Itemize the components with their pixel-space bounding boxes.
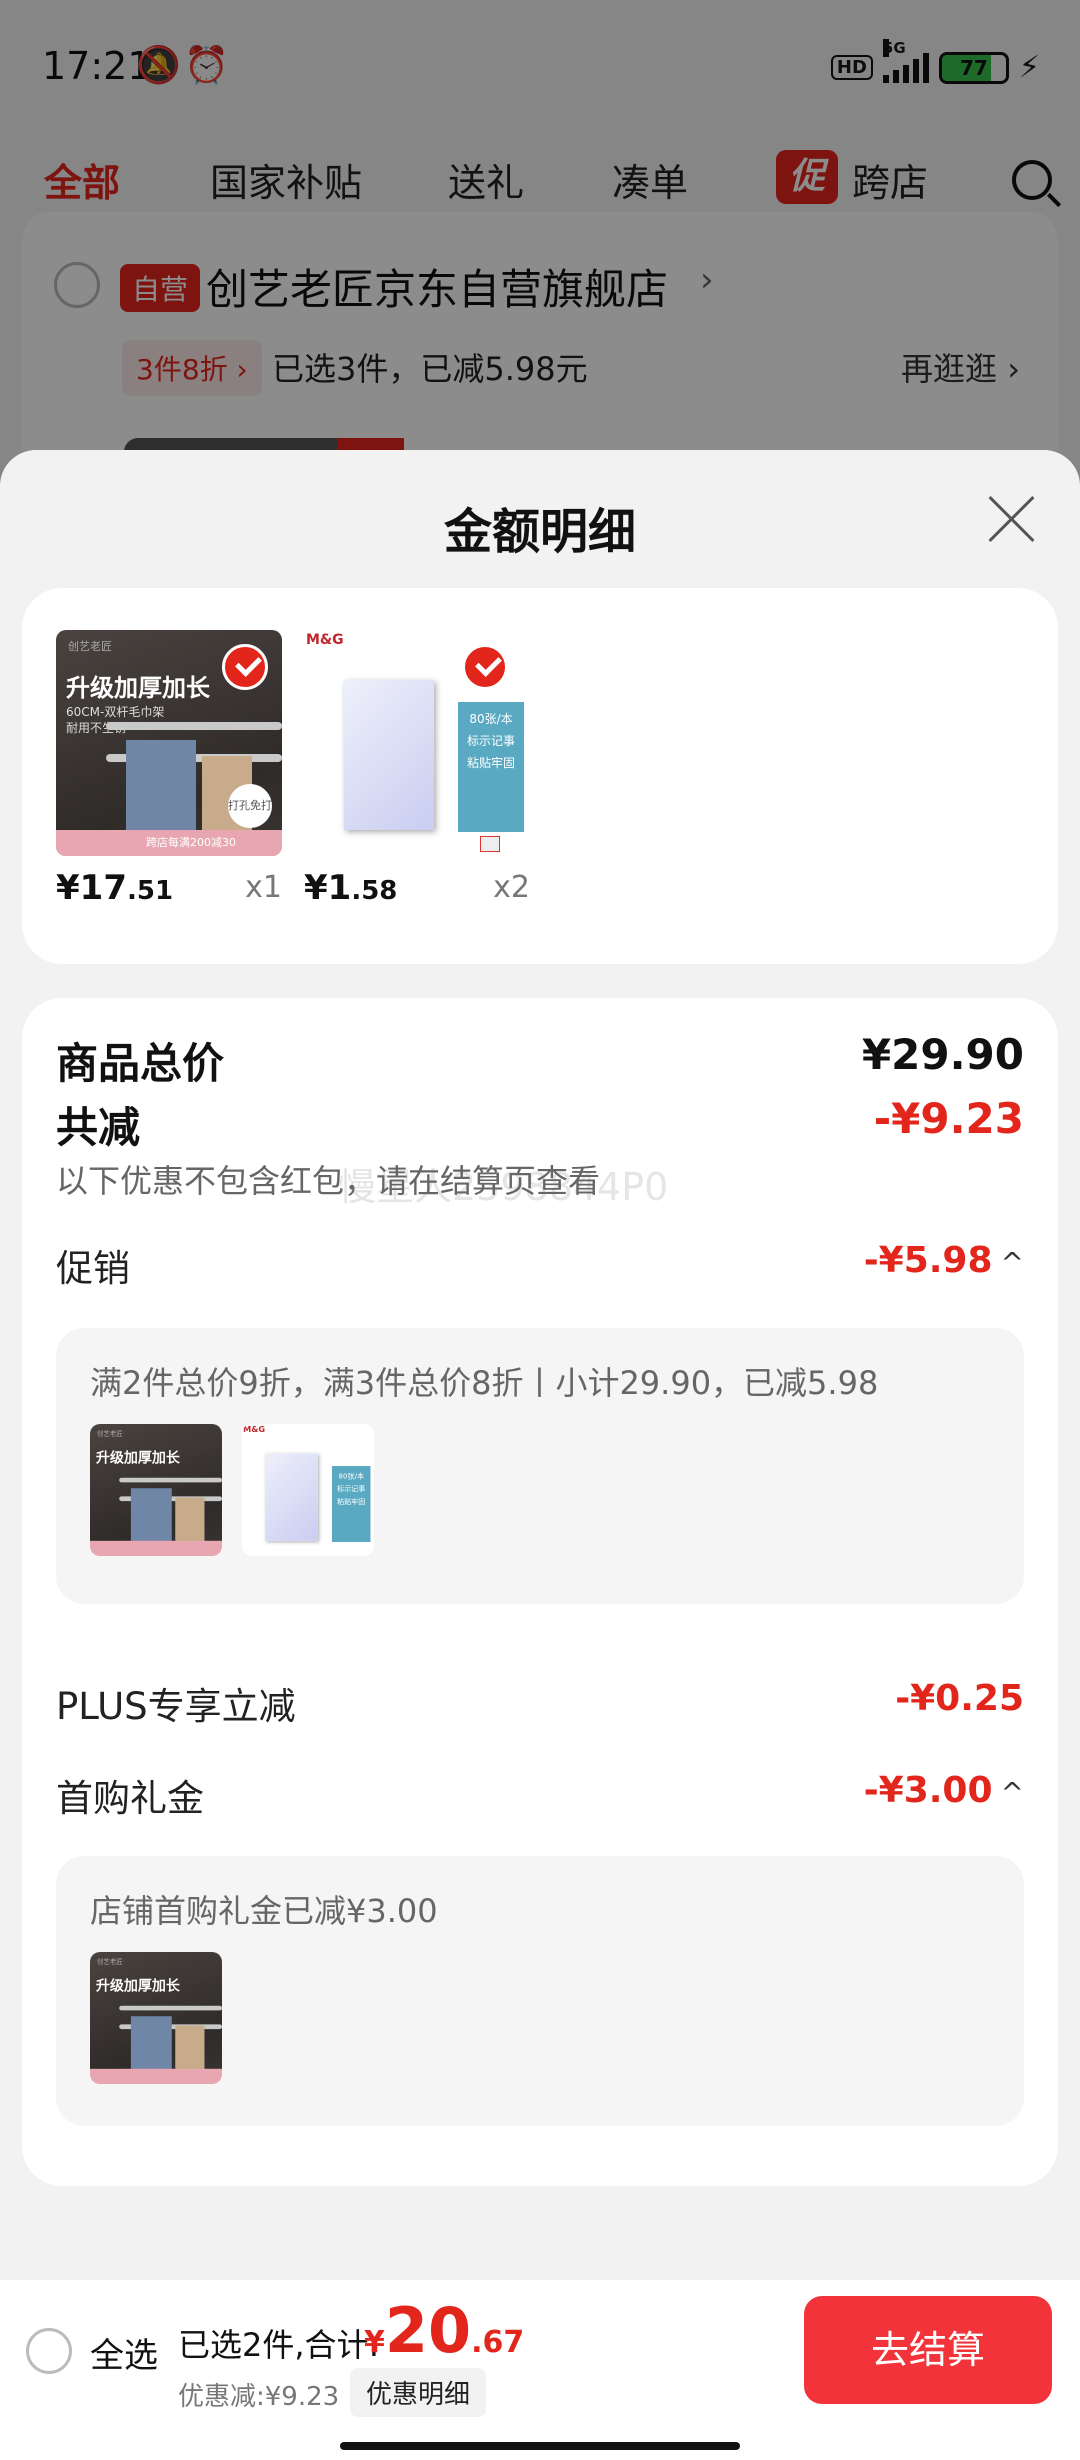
checkout-bar: 全选 已选2件,合计: ¥20.67 优惠减:¥9.23 优惠明细 去结算 bbox=[0, 2280, 1080, 2460]
goods-total-label: 商品总价 bbox=[56, 1039, 225, 1088]
first-purchase-detail-panel: 店铺首购礼金已减¥3.00 创艺老匠 升级加厚加长 bbox=[56, 1856, 1024, 2126]
discount-amount: 优惠减:¥9.23 bbox=[178, 2382, 340, 2412]
check-icon bbox=[462, 644, 508, 690]
sheet-title: 金额明细 bbox=[443, 504, 636, 560]
towel-rack-mini-image: 创艺老匠 升级加厚加长 bbox=[90, 1952, 222, 2084]
selected-items-card: 创艺老匠 升级加厚加长 60CM-双杆毛巾架耐用不生锈 打孔免打孔 跨店每满20… bbox=[22, 588, 1058, 964]
promo-detail-panel: 满2件总价9折，满3件总价8折丨小计29.90，已减5.98 创艺老匠 升级加厚… bbox=[56, 1328, 1024, 1604]
item-qty: x1 bbox=[245, 870, 282, 905]
first-purchase-detail-text: 店铺首购礼金已减¥3.00 bbox=[90, 1892, 438, 1930]
discount-note: 以下优惠不包含红包，请在结算页查看 bbox=[56, 1162, 601, 1200]
discount-detail-button[interactable]: 优惠明细 bbox=[350, 2368, 487, 2417]
price-detail-sheet: 金额明细 创艺老匠 升级加厚加长 60CM-双杆毛巾架耐用不生锈 打孔免打孔 跨… bbox=[0, 450, 1080, 2460]
promo-toggle[interactable]: -¥5.98 ^ bbox=[864, 1240, 1024, 1281]
item-price: ¥1.58 bbox=[304, 868, 398, 908]
towel-rack-image: 创艺老匠 升级加厚加长 60CM-双杆毛巾架耐用不生锈 打孔免打孔 跨店每满20… bbox=[56, 630, 282, 856]
check-icon bbox=[222, 644, 268, 690]
notebook-image: M&G 80张/本 标示记事 粘贴牢固 bbox=[304, 630, 530, 856]
first-purchase-label: 首购礼金 bbox=[56, 1777, 204, 1820]
price-summary-card: 商品总价 ¥29.90 共减 慢星人2598844P0 -¥9.23 以下优惠不… bbox=[22, 998, 1058, 2186]
total-price: ¥20.67 bbox=[364, 2294, 525, 2367]
home-indicator[interactable] bbox=[340, 2442, 740, 2450]
select-all-radio[interactable] bbox=[26, 2328, 72, 2374]
item-qty: x2 bbox=[493, 870, 530, 905]
total-reduce-label: 共减 bbox=[56, 1103, 141, 1152]
selected-total-label: 已选2件,合计: bbox=[178, 2326, 380, 2364]
goods-total-value: ¥29.90 bbox=[861, 1030, 1024, 1079]
close-icon[interactable] bbox=[986, 494, 1036, 544]
first-purchase-toggle[interactable]: -¥3.00 ^ bbox=[864, 1770, 1024, 1811]
notebook-mini-image: M&G 80张/本 标示记事 粘贴牢固 bbox=[242, 1424, 374, 1556]
promo-detail-text: 满2件总价9折，满3件总价8折丨小计29.90，已减5.98 bbox=[90, 1364, 879, 1402]
plus-label: PLUS专享立减 bbox=[56, 1685, 296, 1728]
plus-value: -¥0.25 bbox=[895, 1678, 1024, 1719]
checkout-button[interactable]: 去结算 bbox=[804, 2296, 1052, 2404]
chevron-up-icon: ^ bbox=[1000, 1776, 1024, 1809]
select-all-label[interactable]: 全选 bbox=[90, 2328, 158, 2377]
total-reduce-value: -¥9.23 bbox=[873, 1094, 1024, 1143]
chevron-up-icon: ^ bbox=[1000, 1246, 1024, 1279]
item-price: ¥17.51 bbox=[56, 868, 174, 908]
towel-rack-mini-image: 创艺老匠 升级加厚加长 bbox=[90, 1424, 222, 1556]
promo-label: 促销 bbox=[56, 1247, 130, 1290]
